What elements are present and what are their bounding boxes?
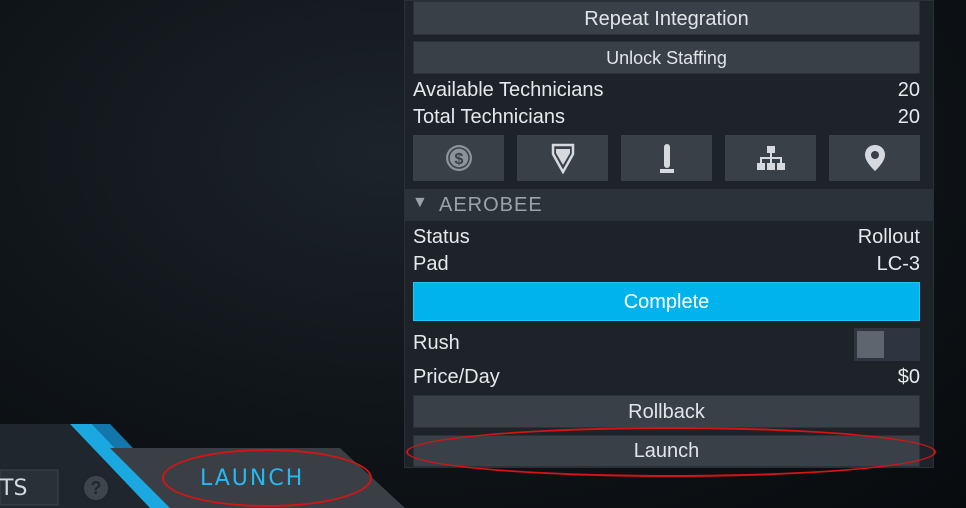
svg-text:$: $ [454,151,463,168]
hierarchy-icon [756,146,785,170]
total-technicians-row: Total Technicians 20 [413,106,920,132]
funds-button[interactable]: $ [413,135,504,181]
available-technicians-row: Available Technicians 20 [413,79,920,105]
rush-label: Rush [413,332,460,354]
launch-tab-highlight [162,449,372,507]
pad-label: Pad [413,253,449,275]
progress-bar: Complete [413,282,920,321]
hierarchy-button[interactable] [725,135,816,181]
rank-button[interactable] [517,135,608,181]
pad-value: LC-3 [876,253,920,275]
pad-row: Pad LC-3 [413,253,920,279]
status-label: Status [413,226,470,248]
status-row: Status Rollout [413,226,920,252]
tech-panel: Repeat Integration Unlock Staffing Avail… [404,0,934,468]
available-technicians-label: Available Technicians [413,79,604,101]
status-value: Rollout [857,226,920,248]
vessel-name: AEROBEE [439,194,543,216]
location-button[interactable] [829,135,920,181]
total-technicians-value: 20 [897,106,920,128]
help-icon[interactable]: ? [84,476,108,500]
price-row: Price/Day $0 [413,366,920,392]
price-value: $0 [897,366,920,388]
unlock-staffing-button[interactable]: Unlock Staffing [413,41,920,74]
launch-site-button[interactable] [621,135,712,181]
total-technicians-label: Total Technicians [413,106,565,128]
repeat-integration-button[interactable]: Repeat Integration [413,1,920,35]
available-technicians-value: 20 [897,79,920,101]
rush-toggle[interactable] [854,328,920,361]
rush-row: Rush [413,332,920,358]
price-label: Price/Day [413,366,500,388]
collapse-arrow-icon[interactable]: ▼ [412,194,429,212]
rush-toggle-knob[interactable] [857,331,884,358]
launch-button-highlight [406,427,936,477]
partial-tab-label[interactable]: TS [0,476,27,501]
location-pin-icon [864,145,885,171]
shield-chevron-icon [551,143,574,174]
rocket-stand-icon [659,144,674,173]
dollar-coin-icon: $ [445,145,472,171]
vessel-section-header[interactable]: ▼ AEROBEE [405,189,933,221]
